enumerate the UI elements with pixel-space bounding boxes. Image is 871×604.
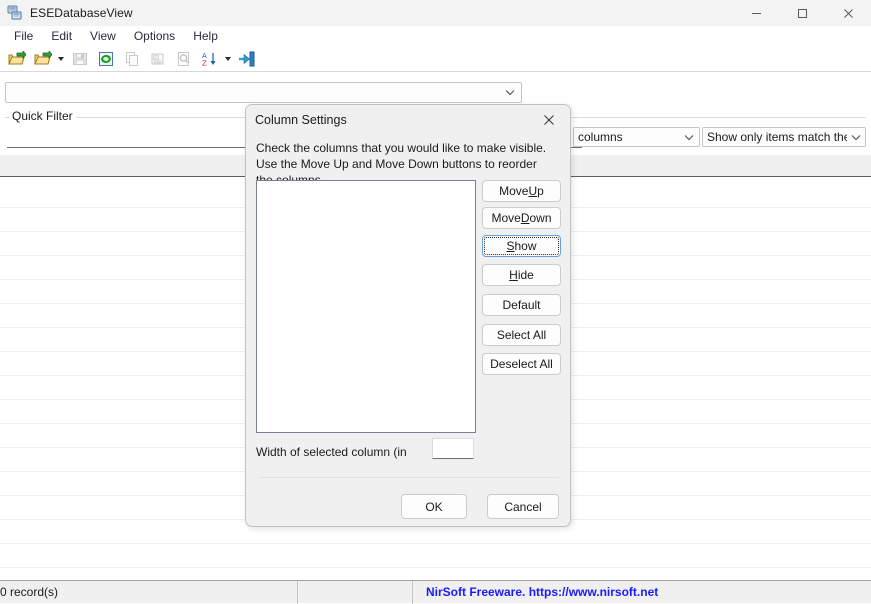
- move-up-button[interactable]: Move Up: [482, 180, 561, 202]
- ok-button[interactable]: OK: [401, 494, 467, 519]
- title-bar: ESEDatabaseView: [0, 0, 871, 26]
- show-button[interactable]: Show: [482, 235, 561, 257]
- default-label-pre: Defaul: [502, 298, 538, 312]
- copy-icon: [120, 48, 144, 70]
- sort-dropdown-icon[interactable]: [222, 48, 233, 70]
- quick-filter-legend: Quick Filter: [9, 109, 76, 123]
- move-down-button[interactable]: Move Down: [482, 207, 561, 229]
- svg-text:Z: Z: [202, 59, 207, 67]
- maximize-button[interactable]: [779, 0, 825, 26]
- quick-filter-columns-combo[interactable]: columns: [573, 127, 700, 147]
- minimize-button[interactable]: [733, 0, 779, 26]
- cancel-button[interactable]: Cancel: [487, 494, 559, 519]
- status-record-count: 0 record(s): [0, 585, 59, 599]
- move-up-label-pre: Move: [499, 184, 529, 198]
- dialog-title-bar: Column Settings: [246, 105, 570, 134]
- dialog-separator: [258, 477, 559, 478]
- move-up-accel: U: [528, 184, 538, 198]
- move-down-accel: D: [520, 211, 530, 225]
- quick-filter-mode-combo[interactable]: Show only items match the f: [702, 127, 866, 147]
- save-icon: [68, 48, 92, 70]
- chevron-down-icon[interactable]: [679, 134, 699, 141]
- quick-filter-mode-value: Show only items match the f: [707, 130, 847, 144]
- move-down-label-pre: Move: [491, 211, 521, 225]
- focus-ring: [484, 237, 559, 255]
- quick-filter-columns-value: columns: [578, 130, 623, 144]
- open-recent-dropdown-icon[interactable]: [55, 48, 66, 70]
- chevron-down-icon[interactable]: [847, 134, 865, 141]
- width-input[interactable]: [432, 438, 474, 459]
- open-recent-folder-icon[interactable]: [31, 48, 55, 70]
- refresh-icon[interactable]: [94, 48, 118, 70]
- window-title: ESEDatabaseView: [30, 6, 133, 20]
- width-label: Width of selected column (in: [256, 445, 407, 459]
- move-up-label-post: p: [537, 184, 544, 198]
- find-icon: [172, 48, 196, 70]
- open-folder-icon[interactable]: [5, 48, 29, 70]
- columns-listbox[interactable]: [256, 180, 476, 433]
- hide-button[interactable]: Hide: [482, 264, 561, 286]
- sort-az-icon[interactable]: A Z: [198, 48, 222, 70]
- move-down-label-post: own: [529, 211, 552, 225]
- hide-label-post: ide: [517, 268, 534, 282]
- menu-item-edit[interactable]: Edit: [42, 27, 81, 46]
- dialog-title: Column Settings: [255, 112, 347, 127]
- hide-accel: H: [509, 268, 518, 282]
- select-all-button[interactable]: Select All: [482, 324, 561, 346]
- deselect-all-label: Deselect All: [490, 357, 553, 371]
- column-settings-dialog: Column Settings Check the columns that y…: [245, 104, 571, 527]
- default-label-post: t: [537, 298, 541, 312]
- exit-icon[interactable]: [235, 48, 259, 70]
- menu-item-view[interactable]: View: [81, 27, 125, 46]
- deselect-all-button[interactable]: Deselect All: [482, 353, 561, 375]
- dialog-close-button[interactable]: [528, 105, 570, 134]
- window-controls: [733, 0, 871, 26]
- status-bar: 0 record(s) NirSoft Freeware. https://ww…: [0, 580, 871, 604]
- status-nirsoft-link[interactable]: NirSoft Freeware. https://www.nirsoft.ne…: [412, 580, 871, 604]
- table-select-combo[interactable]: [5, 82, 522, 103]
- table-row[interactable]: [0, 544, 871, 568]
- default-button[interactable]: Defaul t: [482, 294, 561, 316]
- status-middle-pane: [297, 580, 412, 604]
- properties-icon: [146, 48, 170, 70]
- menu-item-help[interactable]: Help: [184, 27, 227, 46]
- app-database-icon: [7, 5, 23, 21]
- chevron-down-icon[interactable]: [499, 89, 521, 96]
- menu-item-file[interactable]: File: [5, 27, 42, 46]
- menu-bar: File Edit View Options Help: [0, 26, 871, 46]
- select-all-label: Select All: [496, 328, 547, 342]
- toolbar: A Z: [0, 46, 871, 72]
- menu-item-options[interactable]: Options: [125, 27, 184, 46]
- close-button[interactable]: [825, 0, 871, 26]
